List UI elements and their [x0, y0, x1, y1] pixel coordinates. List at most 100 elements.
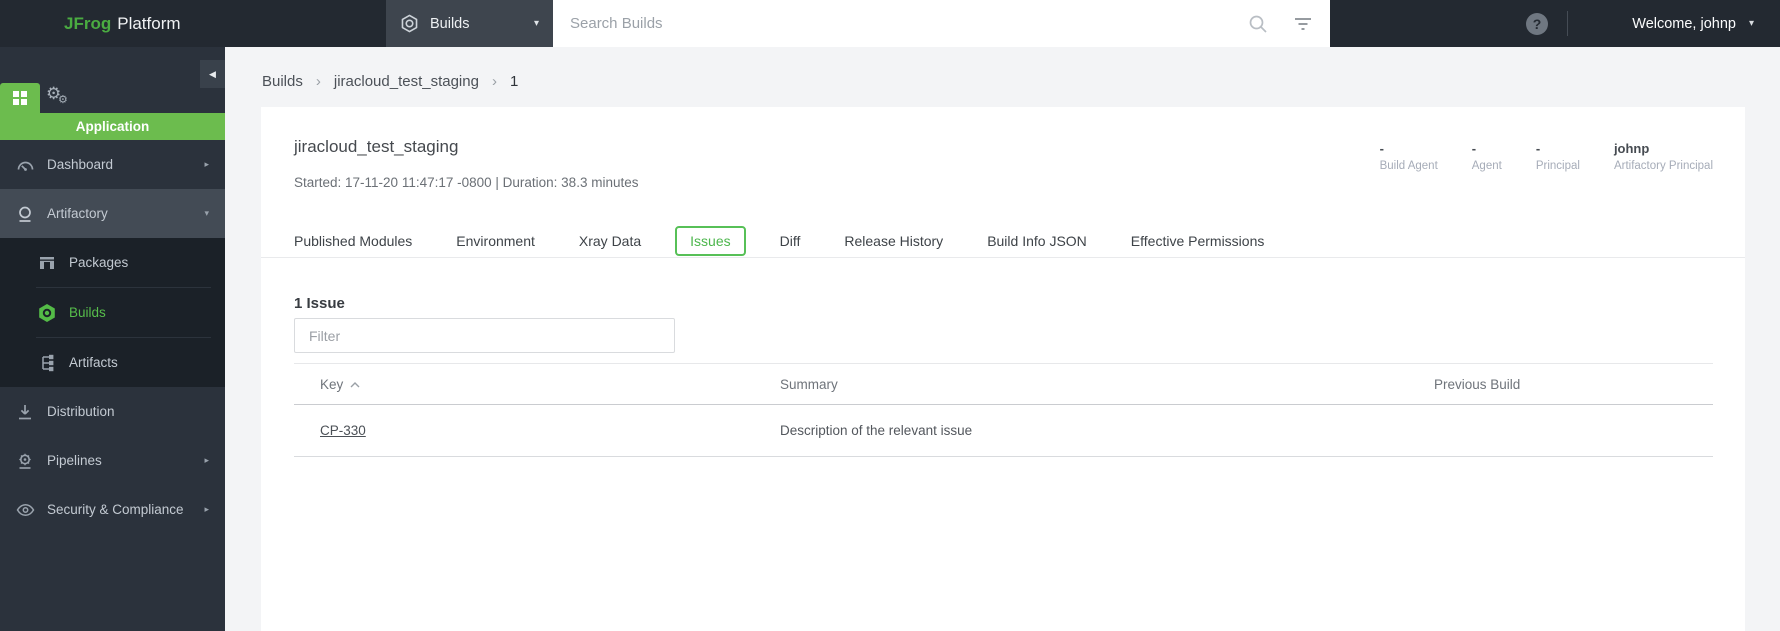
- search-icon[interactable]: [1248, 14, 1268, 34]
- sidebar-item-dashboard[interactable]: Dashboard ▸: [0, 140, 225, 189]
- main-content: Builds › jiracloud_test_staging › 1 jira…: [225, 47, 1780, 631]
- breadcrumb-build-name[interactable]: jiracloud_test_staging: [334, 73, 479, 90]
- meta-value: -: [1535, 141, 1541, 156]
- welcome-label: Welcome, johnp: [1632, 15, 1736, 32]
- sidebar-item-label: Security & Compliance: [47, 502, 184, 517]
- collapse-left-icon: ◀: [209, 68, 216, 79]
- topbar-divider: [1567, 11, 1568, 36]
- tab-published-modules[interactable]: Published Modules: [294, 233, 412, 249]
- issue-summary-cell: Description of the relevant issue: [780, 423, 973, 438]
- chevron-right-icon: ▸: [204, 455, 209, 465]
- breadcrumb-builds[interactable]: Builds: [262, 73, 303, 90]
- tab-release-history[interactable]: Release History: [844, 233, 943, 249]
- meta-principal: - Principal: [1536, 141, 1580, 172]
- eye-icon: [12, 500, 38, 520]
- issues-filter-input[interactable]: [294, 318, 675, 353]
- sidebar: ◀ ⚙ ⚙ Application Dashboard ▸ Artifactor…: [0, 47, 225, 631]
- packages-icon: [34, 253, 60, 273]
- tab-effective-permissions[interactable]: Effective Permissions: [1131, 233, 1265, 249]
- build-details-card: jiracloud_test_staging Started: 17-11-20…: [261, 107, 1745, 631]
- sidebar-item-pipelines[interactable]: Pipelines ▸: [0, 436, 225, 485]
- tab-build-info-json[interactable]: Build Info JSON: [987, 233, 1087, 249]
- breadcrumb-separator: ›: [315, 73, 321, 90]
- gauge-icon: [12, 155, 38, 175]
- build-started-duration: Started: 17-11-20 11:47:17 -0800 | Durat…: [294, 175, 639, 190]
- build-title: jiracloud_test_staging: [294, 137, 459, 156]
- tab-environment[interactable]: Environment: [456, 233, 535, 249]
- table-row: CP-330 Description of the relevant issue: [294, 405, 1713, 457]
- issue-key-link[interactable]: CP-330: [320, 423, 366, 438]
- distribution-download-icon: [12, 402, 38, 422]
- column-header-previous-build: Previous Build: [1434, 376, 1521, 392]
- meta-value: -: [1379, 141, 1384, 156]
- sidebar-item-builds[interactable]: Builds: [0, 288, 225, 337]
- builds-hexagon-icon: [34, 303, 60, 323]
- context-dropdown-label: Builds: [430, 15, 470, 32]
- meta-value: johnp: [1613, 141, 1650, 156]
- sidebar-collapse-button[interactable]: ◀: [200, 60, 225, 88]
- builds-hexagon-icon: [400, 14, 419, 33]
- sidebar-item-label: Packages: [69, 255, 129, 270]
- search-bar: [553, 0, 1330, 47]
- column-header-summary: Summary: [780, 376, 838, 392]
- chevron-right-icon: ▸: [204, 504, 209, 514]
- column-header-key[interactable]: Key: [294, 377, 780, 392]
- help-icon[interactable]: ?: [1526, 13, 1548, 35]
- sidebar-item-artifacts[interactable]: Artifacts: [0, 338, 225, 387]
- sidebar-nav: Dashboard ▸ Artifactory ▾ Packages Build…: [0, 140, 225, 534]
- tab-administration[interactable]: ⚙ ⚙: [40, 83, 80, 113]
- search-context-dropdown[interactable]: Builds ▾: [386, 0, 553, 47]
- search-input[interactable]: [553, 0, 1248, 47]
- artifactory-icon: [12, 204, 38, 224]
- chevron-down-icon: ▾: [1748, 18, 1754, 29]
- filter-icon[interactable]: [1294, 17, 1312, 31]
- sort-ascending-icon[interactable]: [350, 382, 360, 388]
- breadcrumb-separator: ›: [491, 73, 497, 90]
- top-bar: JFrog Platform Builds ▾ ? Welcome, johnp…: [0, 0, 1780, 47]
- sidebar-tabstrip: ⚙ ⚙: [0, 83, 80, 113]
- sidebar-item-label: Builds: [69, 305, 106, 320]
- sidebar-item-label: Dashboard: [47, 157, 114, 172]
- column-header-label: Key: [320, 376, 344, 392]
- pipelines-gear-icon: [12, 451, 38, 471]
- issue-key-cell: CP-330: [294, 423, 780, 438]
- meta-label: Build Agent: [1379, 160, 1438, 172]
- meta-build-agent: - Build Agent: [1380, 141, 1438, 172]
- tab-issues[interactable]: Issues: [675, 225, 746, 256]
- sidebar-item-artifactory[interactable]: Artifactory ▾: [0, 189, 225, 238]
- logo-product: Platform: [117, 13, 181, 33]
- meta-agent: - Agent: [1472, 141, 1502, 172]
- sidebar-item-packages[interactable]: Packages: [0, 238, 225, 287]
- sidebar-item-label: Artifacts: [69, 355, 118, 370]
- breadcrumb-build-number: 1: [509, 73, 519, 90]
- help-glyph: ?: [1532, 16, 1542, 32]
- issues-table: Key Summary Previous Build CP-330 Descri…: [294, 363, 1713, 457]
- sidebar-item-label: Distribution: [47, 404, 115, 419]
- grid-icon: [12, 90, 28, 106]
- sidebar-item-distribution[interactable]: Distribution: [0, 387, 225, 436]
- breadcrumb: Builds › jiracloud_test_staging › 1: [262, 73, 518, 90]
- sidebar-item-label: Artifactory: [47, 206, 108, 221]
- issues-table-header: Key Summary Previous Build: [294, 363, 1713, 405]
- sidebar-item-security-compliance[interactable]: Security & Compliance ▸: [0, 485, 225, 534]
- tab-diff[interactable]: Diff: [780, 233, 801, 249]
- chevron-down-icon: ▾: [533, 18, 539, 29]
- tab-xray-data[interactable]: Xray Data: [579, 233, 641, 249]
- issues-count-heading: 1 Issue: [294, 295, 345, 312]
- meta-artifactory-principal: johnp Artifactory Principal: [1614, 141, 1713, 172]
- gear-icon: ⚙: [58, 94, 68, 106]
- meta-label: Principal: [1535, 160, 1580, 172]
- meta-value: -: [1471, 141, 1477, 156]
- build-meta: - Build Agent - Agent - Principal johnp …: [1380, 141, 1713, 172]
- tab-application[interactable]: [0, 83, 40, 113]
- user-menu[interactable]: Welcome, johnp ▾: [1632, 0, 1754, 47]
- artifactory-subnav: Packages Builds Artifacts: [0, 238, 225, 387]
- build-tabs: Published Modules Environment Xray Data …: [261, 224, 1745, 258]
- jfrog-logo: JFrog Platform: [64, 0, 181, 47]
- meta-label: Agent: [1471, 160, 1502, 172]
- meta-label: Artifactory Principal: [1613, 160, 1713, 172]
- artifacts-tree-icon: [34, 353, 60, 373]
- chevron-down-icon: ▾: [204, 208, 209, 218]
- chevron-right-icon: ▸: [204, 159, 209, 169]
- sidebar-item-label: Pipelines: [47, 453, 102, 468]
